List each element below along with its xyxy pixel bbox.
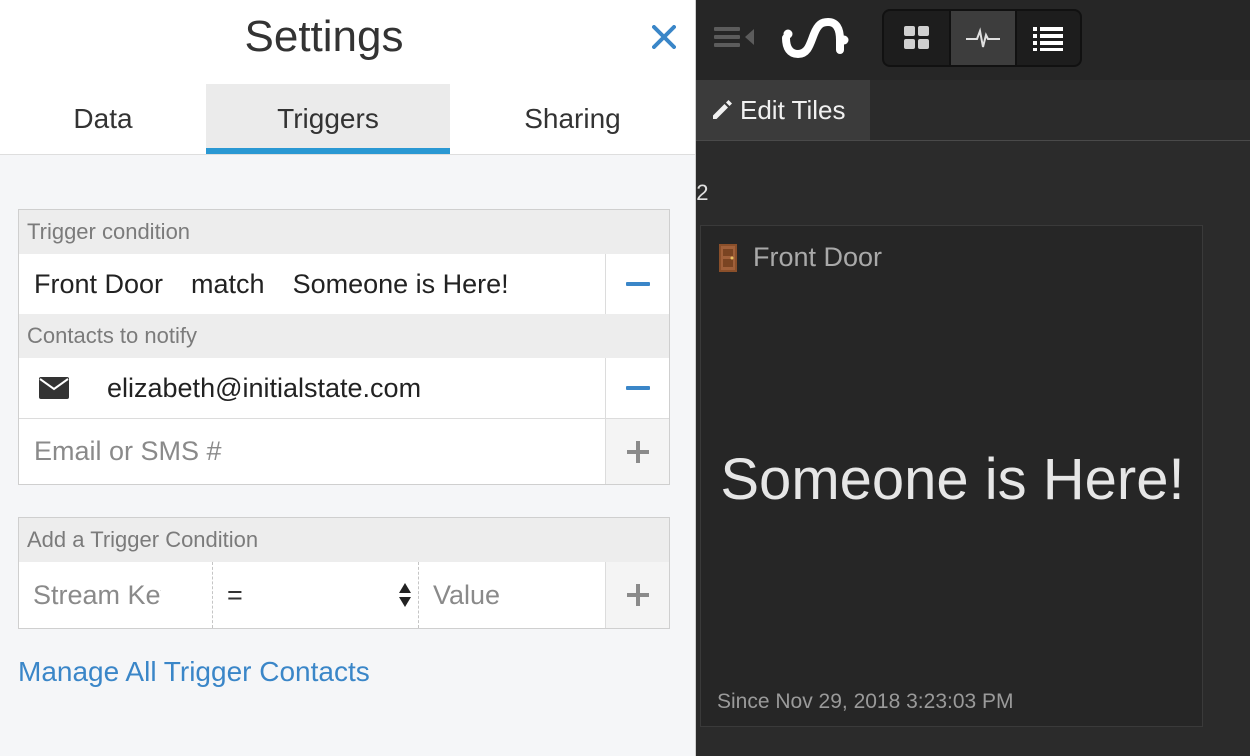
page-title: Settings (244, 12, 404, 61)
waves-view-icon[interactable] (949, 11, 1015, 65)
operator-select[interactable]: = (213, 562, 419, 628)
tile-title: Front Door (753, 242, 883, 272)
condition-stream: Front Door (34, 268, 164, 299)
contact-email: elizabeth@initialstate.com (107, 372, 422, 403)
trigger-condition-label: Trigger condition (19, 210, 669, 254)
stream-key-input[interactable]: Stream Key (19, 562, 213, 628)
remove-contact-button[interactable] (605, 358, 669, 418)
tab-data[interactable]: Data (0, 84, 206, 154)
view-switcher (882, 9, 1082, 67)
add-contact-button[interactable] (605, 419, 669, 484)
settings-header: Settings Data Triggers Sharing (0, 0, 695, 155)
dashboard: Edit Tiles 82 Front Door Someone is Here… (684, 0, 1250, 756)
add-condition-row: Stream Key = Value (19, 562, 669, 628)
add-condition-label: Add a Trigger Condition (19, 518, 669, 562)
add-condition-card: Add a Trigger Condition Stream Key = Val… (18, 517, 670, 629)
contact-input[interactable]: Email or SMS # (19, 419, 605, 484)
envelope-icon (39, 377, 69, 399)
pencil-icon (713, 100, 732, 119)
tab-triggers[interactable]: Triggers (206, 84, 450, 154)
logo-icon[interactable] (782, 14, 852, 64)
contact-input-placeholder: Email or SMS # (34, 436, 222, 466)
front-door-tile[interactable]: Front Door Someone is Here! Since Nov 29… (700, 225, 1203, 727)
plus-icon (626, 584, 649, 606)
value-input[interactable]: Value (419, 562, 605, 628)
minus-icon (625, 386, 650, 390)
tile-header: Front Door (717, 242, 882, 273)
tile-timestamp: Since Nov 29, 2018 3:23:03 PM (717, 690, 1014, 713)
trigger-condition-row: Front Door match Someone is Here! (19, 254, 669, 314)
select-arrows-icon (399, 583, 411, 607)
operator-value: = (227, 579, 243, 610)
value-placeholder: Value (433, 579, 501, 610)
close-icon[interactable] (645, 18, 683, 56)
tab-bar: Data Triggers Sharing (0, 84, 695, 154)
contacts-label: Contacts to notify (19, 314, 669, 358)
add-condition-button[interactable] (605, 562, 669, 628)
divider (696, 140, 1250, 141)
minus-icon (625, 282, 650, 286)
edit-tiles-button[interactable]: Edit Tiles (696, 80, 870, 140)
edit-tiles-label: Edit Tiles (740, 94, 846, 125)
collapse-menu-icon[interactable] (714, 24, 758, 50)
remove-condition-button[interactable] (605, 254, 669, 314)
condition-value: Someone is Here! (292, 268, 509, 299)
tiles-view-icon[interactable] (884, 11, 949, 65)
lines-view-icon[interactable] (1014, 11, 1080, 65)
trigger-card: Trigger condition Front Door match Someo… (18, 209, 670, 485)
contact-row: elizabeth@initialstate.com (19, 358, 669, 418)
condition-operator: match (191, 268, 265, 299)
new-contact-row: Email or SMS # (19, 418, 669, 484)
stream-key-placeholder: Stream Key (33, 579, 161, 610)
top-toolbar (696, 0, 1250, 80)
door-icon (719, 243, 737, 272)
settings-panel: Settings Data Triggers Sharing Trigger c… (0, 0, 696, 756)
plus-icon (626, 440, 649, 463)
manage-contacts-link[interactable]: Manage All Trigger Contacts (18, 656, 370, 688)
tile-value: Someone is Here! (720, 447, 1185, 512)
tab-sharing[interactable]: Sharing (450, 84, 695, 154)
